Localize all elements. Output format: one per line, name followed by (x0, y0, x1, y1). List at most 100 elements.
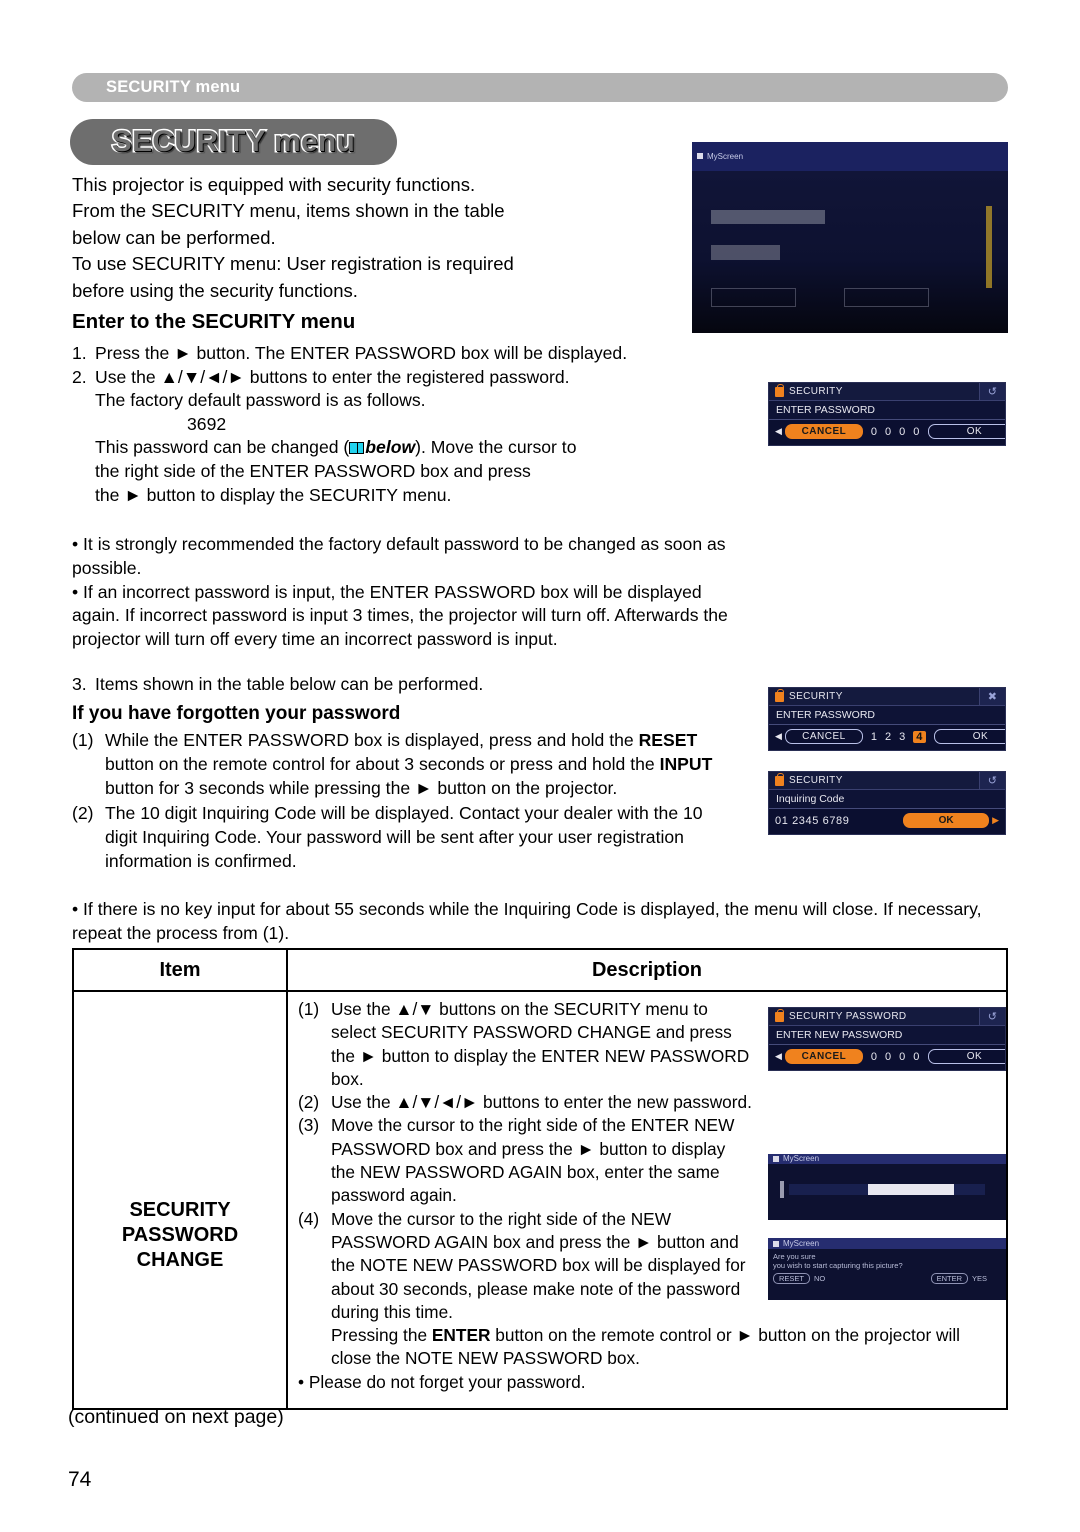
list-item-number: (2) (72, 803, 94, 824)
osd-action-row: 01 2345 6789 OK ▶ (769, 809, 1005, 832)
note-bullet-2: • If an incorrect password is input, the… (72, 581, 728, 650)
intro-line-1: This projector is equipped with security… (72, 174, 476, 195)
osd-title: MyScreen (783, 1239, 820, 1249)
list-item: (1) While the ENTER PASSWORD box is disp… (72, 729, 737, 800)
item-line-3: CHANGE (136, 1249, 224, 1271)
continued-label: (continued on next page) (68, 1406, 284, 1428)
osd-enter-password: SECURITY ↺ ENTER PASSWORD ◀ CANCEL 0 0 0… (768, 382, 1006, 446)
default-password-value: 3692 (187, 413, 227, 434)
confirm-buttons-row: RESET NO ENTER YES (773, 1273, 1001, 1285)
osd-progress-body (768, 1163, 1006, 1220)
osd-title: SECURITY (789, 386, 843, 397)
left-arrow-icon: ◀ (775, 1051, 782, 1061)
list-item-number: (2) (298, 1092, 320, 1113)
progress-fill (867, 1184, 954, 1196)
description-final-note: • Please do not forget your password. (298, 1371, 586, 1392)
reset-key-label[interactable]: RESET (773, 1273, 811, 1285)
osd-subtitle: ENTER NEW PASSWORD (769, 1026, 1005, 1045)
osd-subtitle: ENTER PASSWORD (769, 401, 1005, 420)
list-item: (2) The 10 digit Inquiring Code will be … (72, 802, 737, 873)
password-digits[interactable]: 1 2 3 4 (871, 730, 927, 743)
digit[interactable]: 0 (885, 426, 892, 438)
return-icon[interactable]: ↺ (979, 1008, 1005, 1025)
column-header-description: Description (286, 948, 1008, 992)
list-item-text: Use the ▲/▼ buttons on the SECURITY menu… (331, 999, 750, 1089)
lock-icon (775, 1008, 784, 1022)
forgot-steps-list: (1) While the ENTER PASSWORD box is disp… (72, 729, 737, 876)
section-heading-forgot: If you have forgotten your password (72, 703, 401, 724)
forgot-1-c: button on the remote control for about 3… (105, 753, 660, 774)
note-bullet-1: • It is strongly recommended the factory… (72, 534, 726, 578)
no-label[interactable]: NO (814, 1274, 825, 1283)
intro-paragraph: This projector is equipped with security… (72, 172, 692, 304)
reset-button-name: RESET (638, 730, 698, 750)
forgot-1-a: While the ENTER PASSWORD box is displaye… (105, 730, 639, 750)
description-step-3: (3) Move the cursor to the right side of… (298, 1114, 753, 1207)
osd-title: SECURITY (789, 691, 843, 702)
forgot-1-e: button for 3 seconds while pressing the … (105, 777, 618, 798)
enter-key-label[interactable]: ENTER (930, 1273, 968, 1285)
digit[interactable]: 2 (885, 731, 892, 743)
osd-title-bar: MyScreen (768, 1154, 1006, 1164)
progress-marks (779, 1180, 784, 1198)
cancel-button[interactable]: CANCEL (784, 424, 863, 439)
password-digits[interactable]: 0 0 0 0 (871, 426, 921, 438)
list-item-number: (1) (72, 730, 94, 750)
lock-icon (775, 772, 784, 786)
digit[interactable]: 0 (913, 426, 920, 438)
digit[interactable]: 0 (913, 1051, 920, 1063)
yes-label[interactable]: YES (972, 1274, 987, 1283)
lock-icon (775, 688, 784, 702)
list-item: (1) Use the ▲/▼ buttons on the SECURITY … (298, 998, 753, 1091)
input-button-name: INPUT (659, 753, 713, 774)
cursor-line-2: the ► button to display the SECURITY men… (95, 484, 452, 505)
digit[interactable]: 0 (899, 426, 906, 438)
ok-button[interactable]: OK (903, 813, 990, 828)
osd-confirm-body: Are you sure you wish to start capturing… (768, 1249, 1006, 1300)
list-item: (4) Move the cursor to the right side of… (298, 1208, 753, 1324)
digit[interactable]: 1 (871, 731, 878, 743)
list-item-text: Items shown in the table below can be pe… (95, 674, 484, 694)
digit[interactable]: 0 (871, 1051, 878, 1063)
password-digits[interactable]: 0 0 0 0 (871, 1051, 921, 1063)
return-icon[interactable]: ↺ (979, 772, 1005, 789)
list-item-number: 2. (72, 366, 87, 387)
section-heading-enter: Enter to the SECURITY menu (72, 310, 356, 333)
cancel-button[interactable]: CANCEL (784, 729, 863, 744)
digit[interactable]: 0 (885, 1051, 892, 1063)
osd-enter-password-reset: SECURITY ✖ ENTER PASSWORD ◀ CANCEL 1 2 3… (768, 687, 1006, 751)
list-item: 2. Use the ▲/▼/◄/► buttons to enter the … (72, 366, 737, 390)
list-item-text: Move the cursor to the right side of the… (331, 1115, 735, 1206)
lock-icon (775, 383, 784, 397)
osd-subtitle: ENTER PASSWORD (769, 706, 1005, 725)
digit-selected[interactable]: 4 (913, 730, 927, 743)
digit[interactable]: 0 (871, 426, 878, 438)
list-item-text: Use the ▲/▼/◄/► buttons to enter the reg… (95, 366, 570, 387)
intro-line-4: To use SECURITY menu: User registration … (72, 253, 514, 275)
return-icon[interactable]: ↺ (979, 383, 1005, 400)
enter-press-a: Pressing the (331, 1325, 432, 1346)
intro-line-3: below can be performed. (72, 226, 276, 248)
ok-button[interactable]: OK (928, 1049, 1005, 1064)
list-item-number: 3. (72, 674, 87, 694)
osd-title: SECURITY PASSWORD (789, 1011, 907, 1022)
osd-photo-text-1 (710, 209, 825, 225)
osd-photo-body (692, 170, 1008, 333)
close-icon[interactable]: ✖ (979, 688, 1005, 705)
description-step-4-cont: Pressing the ENTER button on the remote … (298, 1324, 998, 1371)
factory-default-line: The factory default password is as follo… (95, 390, 426, 411)
digit[interactable]: 0 (899, 1051, 906, 1063)
description-step-2: (2) Use the ▲/▼/◄/► buttons to enter the… (298, 1091, 998, 1114)
table-header-row: Item Description (72, 948, 1008, 992)
cancel-button[interactable]: CANCEL (784, 1049, 863, 1064)
digit[interactable]: 3 (899, 731, 906, 743)
osd-title: SECURITY (789, 775, 843, 786)
myscreen-icon (697, 153, 703, 160)
ok-button[interactable]: OK (934, 729, 1005, 744)
osd-action-row: ◀ CANCEL 0 0 0 0 OK ▶ (769, 420, 1005, 443)
ok-button[interactable]: OK (928, 424, 1005, 439)
list-item-text: The 10 digit Inquiring Code will be disp… (105, 803, 703, 871)
left-arrow-icon: ◀ (775, 426, 782, 436)
cell-item-security-password-change: SECURITY PASSWORD CHANGE (72, 990, 288, 1410)
enter-steps-list: 1. Press the ► button. The ENTER PASSWOR… (72, 342, 737, 507)
